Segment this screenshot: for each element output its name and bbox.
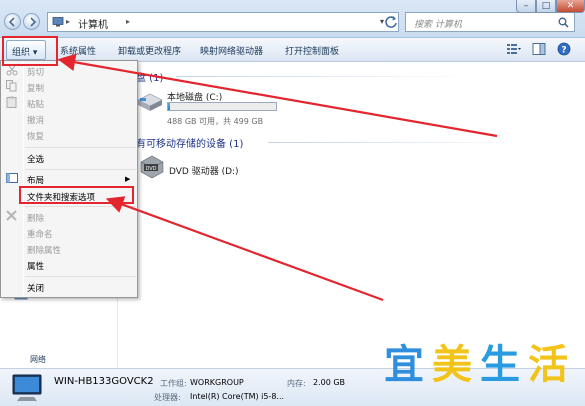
watermark-logo: 宜 美 生 活 (382, 337, 577, 395)
watermark-char: 生 (480, 342, 520, 388)
processor-label: 处理器: (154, 393, 181, 402)
workgroup-value: WORKGROUP (190, 378, 244, 387)
annotation-arrow-folder-options (105, 196, 384, 302)
computer-large-icon (12, 374, 42, 401)
watermark-char: 美 (432, 342, 472, 388)
processor-value: Intel(R) Core(TM) i5-8... (190, 392, 285, 401)
workgroup-label: 工作组: (160, 379, 187, 388)
watermark-char: 活 (528, 342, 568, 388)
memory-value: 2.00 GB (313, 378, 346, 387)
annotation-arrow-organize (57, 53, 498, 138)
computer-name: WIN-HB133GOVCK2 (54, 376, 154, 387)
watermark-char: 宜 (384, 342, 424, 388)
memory-label: 内存: (287, 379, 306, 388)
